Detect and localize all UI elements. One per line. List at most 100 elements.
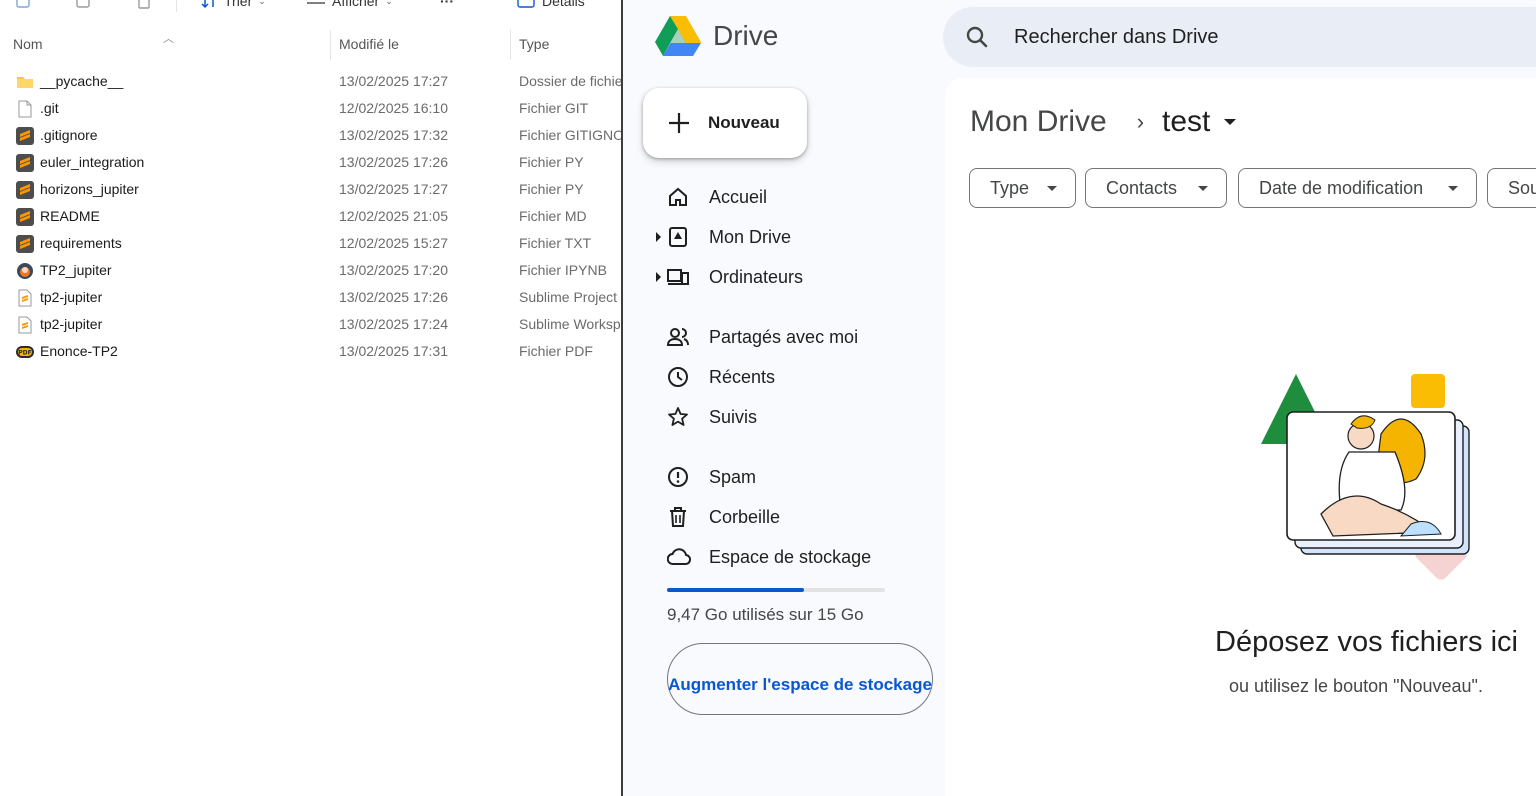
nav-item-corbeille[interactable]: Corbeille bbox=[653, 500, 913, 534]
view-button[interactable]: Afficher ⌄ bbox=[306, 0, 393, 11]
file-name: tp2-jupiter bbox=[40, 316, 103, 332]
spam-icon bbox=[667, 466, 689, 488]
file-row[interactable]: __pycache__ 13/02/2025 17:27 Dossier de fi… bbox=[0, 69, 621, 96]
file-name: euler_integration bbox=[40, 154, 145, 170]
nav-item-espace-de-stockage[interactable]: Espace de stockage bbox=[653, 540, 913, 574]
nav-item-mon-drive[interactable]: Mon Drive bbox=[653, 220, 913, 254]
empty-folder-illustration-icon bbox=[1261, 374, 1470, 580]
file-row[interactable]: tp2-jupiter 13/02/2025 17:26 Sublime Proje… bbox=[0, 285, 621, 312]
column-name[interactable]: Nom bbox=[13, 36, 43, 52]
breadcrumb-current-folder[interactable]: test bbox=[1162, 105, 1210, 139]
nav-item-partag-s-avec-moi[interactable]: Partagés avec moi bbox=[653, 320, 913, 354]
file-name: .git bbox=[40, 100, 59, 116]
expand-arrow-icon[interactable] bbox=[656, 232, 661, 242]
new-button[interactable]: Nouveau bbox=[643, 88, 807, 158]
explorer-toolbar: Trier ⌄ Afficher ⌄ ··· Détails bbox=[0, 0, 621, 12]
delete-icon[interactable] bbox=[134, 0, 154, 11]
nav-item-label: Espace de stockage bbox=[709, 547, 872, 567]
file-modified-date: 13/02/2025 17:31 bbox=[339, 343, 448, 359]
file-modified-date: 13/02/2025 17:27 bbox=[339, 181, 448, 197]
more-button[interactable]: ··· bbox=[440, 0, 454, 11]
plus-icon bbox=[669, 113, 689, 133]
details-button[interactable]: Détails bbox=[516, 0, 585, 11]
nav-item-label: Suivis bbox=[709, 407, 758, 427]
file-name: __pycache__ bbox=[40, 73, 124, 89]
sort-label: Trier bbox=[224, 0, 253, 9]
file-modified-date: 12/02/2025 16:10 bbox=[339, 100, 448, 116]
file-name: TP2_jupiter bbox=[40, 262, 112, 278]
filter-chip-source[interactable]: Source bbox=[1487, 168, 1536, 208]
file-row[interactable]: README 12/02/2025 21:05 Fichier MD bbox=[0, 204, 621, 231]
file-row[interactable]: tp2-jupiter 13/02/2025 17:24 Sublime Works… bbox=[0, 312, 621, 339]
chevron-right-icon: › bbox=[1136, 109, 1145, 134]
sort-button[interactable]: Trier ⌄ bbox=[200, 0, 266, 11]
drive-main-panel: Mon Drive › test Type Contacts Date de mod… bbox=[945, 78, 1536, 796]
nav-item-ordinateurs[interactable]: Ordinateurs bbox=[653, 260, 913, 294]
upgrade-storage-button[interactable]: Augmenter l'espace de stockage bbox=[667, 643, 933, 715]
file-name: tp2-jupiter bbox=[40, 289, 103, 305]
chevron-down-icon: ⌄ bbox=[258, 0, 266, 6]
file-row[interactable]: horizons_jupiter 13/02/2025 17:27 Fichier … bbox=[0, 177, 621, 204]
file-list: __pycache__ 13/02/2025 17:27 Dossier de fi… bbox=[0, 69, 621, 366]
column-type[interactable]: Type bbox=[519, 36, 549, 52]
file-name: Enonce-TP2 bbox=[40, 343, 118, 359]
search-bar[interactable]: Rechercher dans Drive bbox=[943, 7, 1536, 67]
file-name: .gitignore bbox=[40, 127, 98, 143]
file-type: Fichier TXT bbox=[519, 235, 592, 251]
file-row[interactable]: .git 12/02/2025 16:10 Fichier GIT bbox=[0, 96, 621, 123]
filter-chip-date-de-modification[interactable]: Date de modification bbox=[1238, 168, 1477, 208]
nav-item-label: Accueil bbox=[709, 187, 768, 207]
file-type: Dossier de fichiers bbox=[519, 73, 621, 89]
file-type: Fichier PY bbox=[519, 181, 584, 197]
file-explorer: Trier ⌄ Afficher ⌄ ··· Détails ︿ Nom Mod… bbox=[0, 0, 621, 796]
google-drive-window: Drive Rechercher dans Drive Nouveau Accu… bbox=[621, 0, 1536, 796]
details-label: Détails bbox=[542, 0, 585, 9]
details-icon bbox=[517, 0, 535, 8]
nav-item-accueil[interactable]: Accueil bbox=[653, 180, 913, 214]
file-type: Sublime Workspace bbox=[519, 316, 621, 332]
star-icon bbox=[667, 406, 689, 428]
file-row[interactable]: PDF Enonce-TP2 13/02/2025 17:31 Fichier PDF bbox=[0, 339, 621, 366]
file-row[interactable]: euler_integration 13/02/2025 17:26 Fichier… bbox=[0, 150, 621, 177]
file-type: Fichier IPYNB bbox=[519, 262, 607, 278]
nav-item-spam[interactable]: Spam bbox=[653, 460, 913, 494]
trash-icon bbox=[667, 506, 689, 528]
share-icon[interactable] bbox=[74, 0, 94, 11]
drive-logo[interactable]: Drive bbox=[655, 16, 778, 56]
chevron-down-icon: ⌄ bbox=[385, 0, 393, 6]
column-divider[interactable] bbox=[330, 30, 331, 60]
file-type: Fichier PY bbox=[519, 154, 584, 170]
filter-chip-contacts[interactable]: Contacts bbox=[1085, 168, 1227, 208]
nav-item-r-cents[interactable]: Récents bbox=[653, 360, 913, 394]
expand-arrow-icon[interactable] bbox=[656, 272, 661, 282]
filter-chip-label: Source bbox=[1508, 178, 1536, 198]
column-divider[interactable] bbox=[510, 30, 511, 60]
column-modified[interactable]: Modifié le bbox=[339, 36, 399, 52]
breadcrumb-root[interactable]: Mon Drive bbox=[970, 105, 1107, 139]
more-icon: ··· bbox=[440, 0, 454, 9]
file-row[interactable]: TP2_jupiter 13/02/2025 17:20 Fichier IPYNB bbox=[0, 258, 621, 285]
nav-item-label: Mon Drive bbox=[709, 227, 792, 247]
jupyter-file-icon bbox=[16, 262, 34, 280]
home-icon bbox=[667, 186, 689, 208]
filter-chip-type[interactable]: Type bbox=[969, 168, 1076, 208]
caret-down-icon[interactable] bbox=[1224, 119, 1237, 125]
toolbar-divider bbox=[176, 0, 177, 12]
storage-progress-bar bbox=[667, 588, 885, 592]
column-headers: ︿ Nom Modifié le Type bbox=[0, 30, 621, 60]
caret-down-icon bbox=[1047, 186, 1057, 191]
search-input[interactable]: Rechercher dans Drive bbox=[1014, 26, 1219, 49]
view-label: Afficher bbox=[332, 0, 380, 9]
copy-icon[interactable] bbox=[14, 0, 34, 11]
search-icon[interactable] bbox=[965, 25, 989, 49]
sublime-file-icon bbox=[16, 127, 34, 145]
sublime-project-icon bbox=[16, 289, 34, 307]
nav-item-suivis[interactable]: Suivis bbox=[653, 400, 913, 434]
computers-icon bbox=[667, 266, 689, 288]
filter-chip-label: Type bbox=[990, 178, 1030, 198]
file-row[interactable]: .gitignore 13/02/2025 17:32 Fichier GITIGN… bbox=[0, 123, 621, 150]
file-row[interactable]: requirements 12/02/2025 15:27 Fichier TXT bbox=[0, 231, 621, 258]
file-modified-date: 13/02/2025 17:32 bbox=[339, 127, 448, 143]
file-name: README bbox=[40, 208, 100, 224]
file-type: Fichier GITIGNORE bbox=[519, 127, 621, 143]
